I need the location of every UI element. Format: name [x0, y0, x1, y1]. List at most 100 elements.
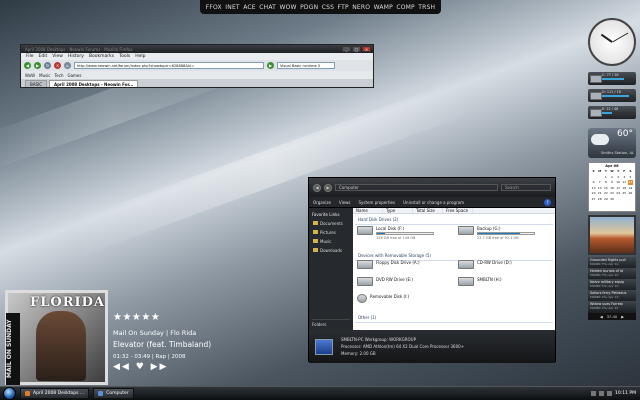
start-button[interactable]	[3, 387, 16, 400]
explorer-titlebar[interactable]: ◀ ▶ Computer Search	[309, 178, 555, 197]
maximize-button[interactable]: □	[352, 46, 361, 52]
address-bar[interactable]: Computer	[335, 184, 498, 191]
tray-icon[interactable]	[599, 391, 604, 396]
views-button[interactable]: Views	[339, 200, 351, 205]
go-icon[interactable]: ▶	[267, 62, 274, 69]
calendar-day[interactable]: 24	[616, 191, 621, 196]
sidebar-item-music[interactable]: Music	[312, 239, 350, 244]
back-icon[interactable]: ◀	[313, 183, 321, 192]
tray-clock[interactable]: 10:11 PM	[615, 391, 636, 396]
slideshow-gadget[interactable]	[588, 215, 636, 255]
launcher-item[interactable]: TRSH	[418, 4, 435, 11]
rating-stars[interactable]: ★★★★★	[113, 312, 223, 323]
feed-prev-icon[interactable]: ◀	[600, 315, 603, 319]
calendar-day[interactable]: 28	[597, 197, 602, 202]
calendar-day[interactable]: 19	[628, 186, 633, 191]
launcher-item[interactable]: NERO	[352, 4, 370, 11]
calendar-day[interactable]: 7	[597, 180, 602, 185]
launcher-item[interactable]: ACE	[243, 4, 256, 11]
calendar-day[interactable]: 29	[603, 197, 608, 202]
calendar-day[interactable]: 5	[628, 175, 633, 180]
explorer-search-input[interactable]: Search	[501, 184, 551, 191]
playback-controls[interactable]: ◀◀ ♥ ▶▶	[113, 362, 223, 372]
calendar-gadget[interactable]: Apr 08 S M T W T F S 1 2 3 4 5 6 7 8 9 10 11 12 13 14 15 16 17 1…	[588, 162, 636, 212]
volume-icon[interactable]	[607, 391, 612, 396]
menu-view[interactable]: View	[52, 54, 63, 59]
window-titlebar[interactable]: April 2008 Desktops - Neowin Forums - Mo…	[21, 45, 373, 53]
column-type[interactable]: Type	[383, 208, 413, 213]
stop-icon[interactable]: ×	[54, 62, 61, 69]
url-input[interactable]: http://www.neowin.net/forum/index.php?sh…	[74, 62, 264, 69]
clock-gadget[interactable]	[588, 18, 636, 66]
search-input[interactable]: Visual Basic runtime 5	[277, 62, 335, 69]
drive-floppy[interactable]: Floppy Disk Drive (A:)	[357, 260, 420, 269]
folders-toggle[interactable]: Folders	[312, 319, 350, 327]
calendar-day[interactable]: 18	[622, 186, 627, 191]
taskbar-item-computer[interactable]: Computer	[93, 388, 134, 399]
calendar-day[interactable]: 23	[609, 191, 614, 196]
drive-local-disk[interactable]: Local Disk (F:) 128 GB free of 149 GB	[357, 226, 434, 240]
calendar-day[interactable]: 11	[622, 180, 627, 185]
reload-icon[interactable]: ↻	[44, 62, 51, 69]
sidebar-item-downloads[interactable]: Downloads	[312, 248, 350, 253]
launcher-item[interactable]: CHAT	[259, 4, 276, 11]
launcher-item[interactable]: PDGN	[300, 4, 318, 11]
tab-april-desktops[interactable]: April 2008 Desktops - Neowin For...	[49, 80, 139, 87]
launcher-item[interactable]: FFOX	[206, 4, 222, 11]
calendar-day[interactable]: 10	[616, 180, 621, 185]
launcher-item[interactable]: WAMP	[374, 4, 393, 11]
launcher-item[interactable]: FTP	[338, 4, 349, 11]
minimize-button[interactable]: _	[342, 46, 351, 52]
drive-backup[interactable]: Backup (G:) 22.7 GB free of 92.1 GB	[458, 226, 535, 240]
tray-icon[interactable]	[591, 391, 596, 396]
calendar-day[interactable]: 12	[627, 180, 633, 185]
column-name[interactable]: Name	[353, 208, 383, 213]
bookmark-folder[interactable]: WoW	[25, 73, 35, 78]
feed-next-icon[interactable]: ▶	[621, 315, 624, 319]
drive-meter-gadget[interactable]: E: 22 / 48	[588, 106, 636, 119]
organize-button[interactable]: Organize	[313, 200, 331, 205]
menu-help[interactable]: Help	[135, 54, 145, 59]
launcher-item[interactable]: COMP	[396, 4, 415, 11]
bookmark-folder[interactable]: Tech	[55, 73, 64, 78]
calendar-day[interactable]: 14	[597, 186, 602, 191]
calendar-day[interactable]: 27	[591, 197, 596, 202]
system-properties-button[interactable]: System properties	[359, 200, 396, 205]
bookmark-folder[interactable]: Games	[67, 73, 81, 78]
drive-dvd-rw[interactable]: DVD RW Drive (E:)	[357, 277, 413, 286]
drive-cd-rw[interactable]: CD-RW Drive (D:)	[458, 260, 512, 269]
calendar-day[interactable]: 30	[609, 197, 614, 202]
column-total-size[interactable]: Total Size	[413, 208, 443, 213]
calendar-day[interactable]: 26	[628, 191, 633, 196]
calendar-day[interactable]: 6	[591, 180, 596, 185]
calendar-day[interactable]: 2	[609, 175, 614, 180]
help-icon[interactable]: ?	[544, 198, 551, 206]
back-icon[interactable]: ◀	[24, 62, 31, 69]
drive-removable[interactable]: Removable Disk (I:)	[357, 294, 409, 303]
calendar-day[interactable]: 8	[603, 180, 608, 185]
bookmark-folder[interactable]: Music	[39, 73, 50, 78]
calendar-day[interactable]: 9	[609, 180, 614, 185]
weather-gadget[interactable]: 60° Smiths Station, AL	[588, 128, 636, 158]
drive-meter-gadget[interactable]: D: 111 / 18	[588, 89, 636, 102]
menu-bookmarks[interactable]: Bookmarks	[89, 54, 114, 59]
calendar-day[interactable]: 4	[622, 175, 627, 180]
forward-icon[interactable]: ▶	[324, 183, 332, 192]
drive-meter-gadget[interactable]: C: 77 / 28	[588, 72, 636, 85]
sidebar-item-pictures[interactable]: Pictures	[312, 230, 350, 235]
calendar-day[interactable]: 16	[609, 186, 614, 191]
drive-smbltn[interactable]: SMBLTN (H:)	[458, 277, 502, 286]
calendar-day[interactable]: 22	[603, 191, 608, 196]
calendar-day[interactable]: 25	[622, 191, 627, 196]
menu-tools[interactable]: Tools	[119, 54, 130, 59]
launcher-item[interactable]: WOW	[279, 4, 296, 11]
menu-edit[interactable]: Edit	[39, 54, 48, 59]
home-icon[interactable]: ⌂	[64, 62, 71, 69]
tab-basic[interactable]: BASIC	[25, 80, 47, 87]
group-hard-disk-drives[interactable]: Hard Disk Drives (2)	[355, 215, 553, 225]
close-button[interactable]: ×	[362, 46, 371, 52]
launcher-item[interactable]: CSS	[322, 4, 334, 11]
calendar-day[interactable]: 17	[616, 186, 621, 191]
calendar-day[interactable]: 3	[616, 175, 621, 180]
taskbar-item-firefox[interactable]: April 2008 Desktops ...	[20, 388, 90, 399]
